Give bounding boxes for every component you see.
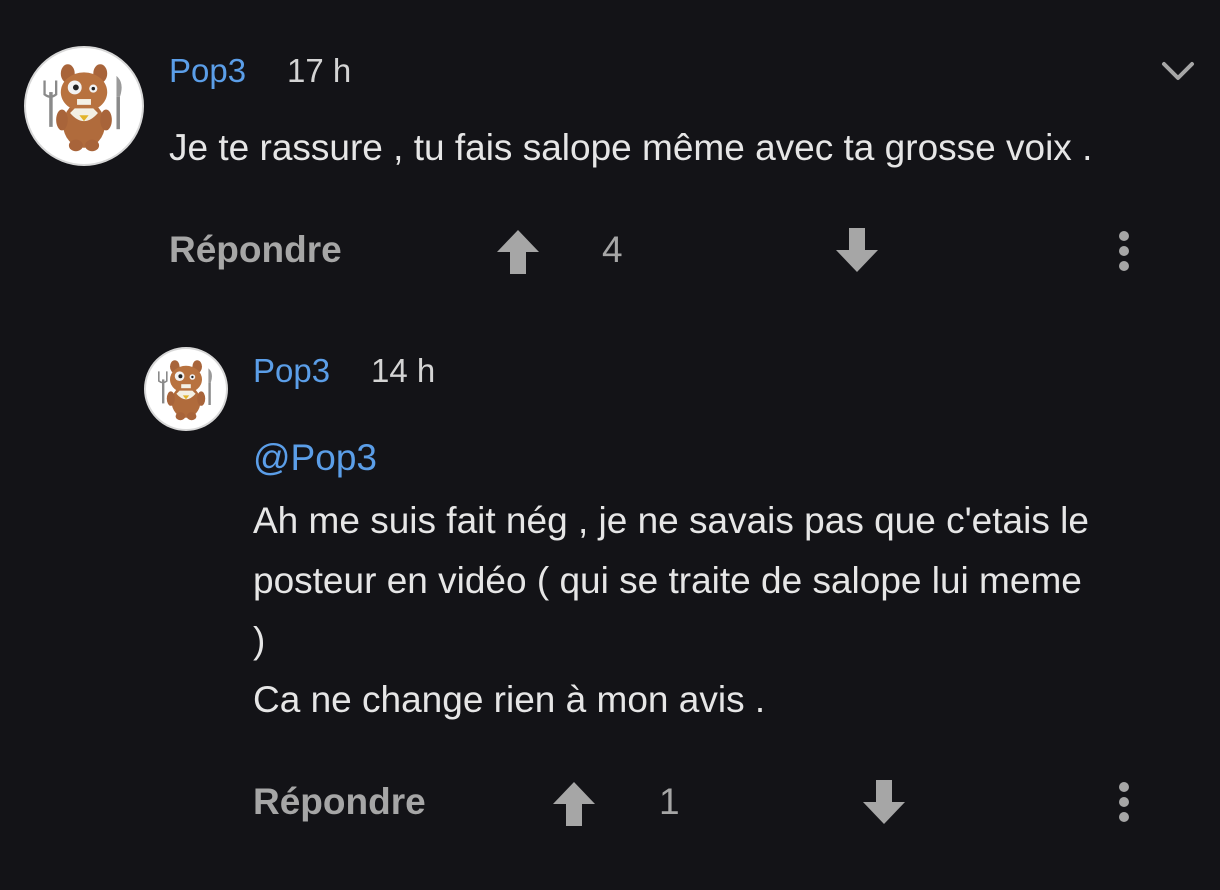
- reply-mention[interactable]: @Pop3: [253, 428, 377, 487]
- vote-count: 1: [659, 781, 680, 822]
- vote-count: 4: [602, 229, 623, 270]
- avatar-image: [146, 349, 226, 429]
- downvote-icon[interactable]: [861, 778, 907, 826]
- more-options-icon[interactable]: [1112, 230, 1136, 274]
- avatar-image: [27, 49, 141, 163]
- more-options-icon[interactable]: [1112, 781, 1136, 825]
- avatar[interactable]: [144, 347, 228, 431]
- reply-button[interactable]: Répondre: [253, 780, 426, 824]
- upvote-icon[interactable]: [551, 780, 597, 828]
- downvote-icon[interactable]: [834, 226, 880, 274]
- reply-text-line: posteur en vidéo ( qui se traite de salo…: [253, 560, 1082, 601]
- reply-author[interactable]: Pop3: [253, 351, 330, 391]
- comment-text: Je te rassure , tu fais salope même avec…: [169, 127, 1093, 168]
- comment-timestamp: 17 h: [287, 52, 352, 89]
- reply-timestamp: 14 h: [371, 352, 436, 389]
- chevron-down-icon[interactable]: [1160, 58, 1196, 84]
- avatar[interactable]: [24, 46, 144, 166]
- reply-text-line: Ah me suis fait nég , je ne savais pas q…: [253, 500, 1089, 541]
- comment-thread: Pop3 17 h Je te rassure , tu fais salope…: [0, 0, 1220, 890]
- reply-button[interactable]: Répondre: [169, 228, 342, 272]
- reply-text-line: ): [253, 620, 266, 661]
- upvote-icon[interactable]: [495, 228, 541, 276]
- reply-text-line: Ca ne change rien à mon avis .: [253, 679, 766, 720]
- comment-author[interactable]: Pop3: [169, 51, 246, 91]
